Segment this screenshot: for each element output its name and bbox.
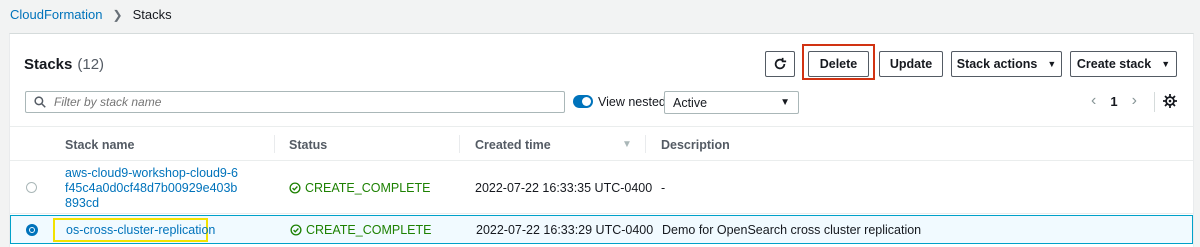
view-nested-label: View nested	[598, 95, 666, 109]
description: -	[661, 181, 666, 195]
stack-name-link[interactable]: os-cross-cluster-replication	[66, 223, 215, 237]
column-header-description[interactable]: Description	[661, 138, 730, 152]
status-text: CREATE_COMPLETE	[306, 223, 432, 237]
caret-down-icon: ▼	[1047, 59, 1057, 69]
column-divider	[274, 135, 275, 153]
delete-button[interactable]: Delete	[808, 51, 869, 77]
status-cell: CREATE_COMPLETE	[289, 181, 431, 195]
chevron-right-icon: ❯	[112, 7, 123, 22]
stack-actions-label: Stack actions	[956, 57, 1038, 71]
column-header-stack-name[interactable]: Stack name	[65, 138, 134, 152]
column-header-created-time[interactable]: Created time	[475, 138, 551, 152]
table-header: Stack name Status Created time ▼ Descrip…	[10, 126, 1193, 161]
gear-icon[interactable]	[1163, 94, 1177, 108]
refresh-icon	[774, 57, 787, 70]
check-circle-icon	[290, 224, 302, 236]
column-header-status[interactable]: Status	[289, 138, 327, 152]
column-divider	[645, 135, 646, 153]
divider	[1154, 92, 1155, 112]
status-filter-value: Active	[673, 95, 708, 110]
status-text: CREATE_COMPLETE	[305, 181, 431, 195]
column-divider	[459, 135, 460, 153]
stack-actions-button[interactable]: Stack actions ▼	[951, 51, 1062, 77]
next-page-icon[interactable]: ›	[1126, 92, 1143, 110]
table-row[interactable]: aws-cloud9-workshop-cloud9-6f45c4a0d0cf4…	[10, 161, 1193, 214]
created-time: 2022-07-22 16:33:35 UTC-0400	[475, 181, 653, 195]
breadcrumb: CloudFormation ❯ Stacks	[10, 7, 172, 22]
description: Demo for OpenSearch cross cluster replic…	[662, 223, 922, 237]
current-page[interactable]: 1	[1110, 94, 1117, 109]
update-button[interactable]: Update	[879, 51, 943, 77]
stack-count: (12)	[77, 56, 105, 73]
stack-name-link[interactable]: aws-cloud9-workshop-cloud9-6f45c4a0d0cf4…	[65, 166, 240, 211]
prev-page-icon[interactable]: ‹	[1085, 92, 1102, 110]
refresh-button[interactable]	[765, 51, 795, 77]
caret-down-icon: ▼	[780, 97, 790, 108]
check-circle-icon	[289, 182, 301, 194]
create-stack-button[interactable]: Create stack ▼	[1070, 51, 1177, 77]
caret-down-icon: ▼	[1161, 59, 1171, 69]
breadcrumb-cloudformation-link[interactable]: CloudFormation	[10, 7, 103, 22]
table-row-selected[interactable]: os-cross-cluster-replication CREATE_COMP…	[10, 215, 1193, 244]
toggle-knob	[582, 97, 591, 106]
sort-descending-icon[interactable]: ▼	[622, 139, 632, 150]
panel-title: Stacks (12)	[24, 56, 104, 73]
status-cell: CREATE_COMPLETE	[290, 223, 432, 237]
row-radio[interactable]	[26, 182, 37, 193]
status-filter-select[interactable]: Active ▼	[664, 91, 799, 114]
search-icon	[34, 96, 46, 108]
create-stack-label: Create stack	[1076, 57, 1152, 71]
row-radio-selected[interactable]	[26, 224, 38, 236]
breadcrumb-current: Stacks	[132, 7, 172, 22]
created-time: 2022-07-22 16:33:29 UTC-0400	[476, 223, 654, 237]
panel-title-text: Stacks	[24, 56, 73, 73]
view-nested-toggle[interactable]	[573, 95, 593, 108]
search-box	[25, 91, 565, 113]
stack-search-input[interactable]	[52, 94, 536, 110]
pagination: ‹ 1 ›	[1085, 92, 1143, 110]
stacks-panel: Stacks (12) Delete Update Stack actions ▼ …	[9, 33, 1194, 247]
